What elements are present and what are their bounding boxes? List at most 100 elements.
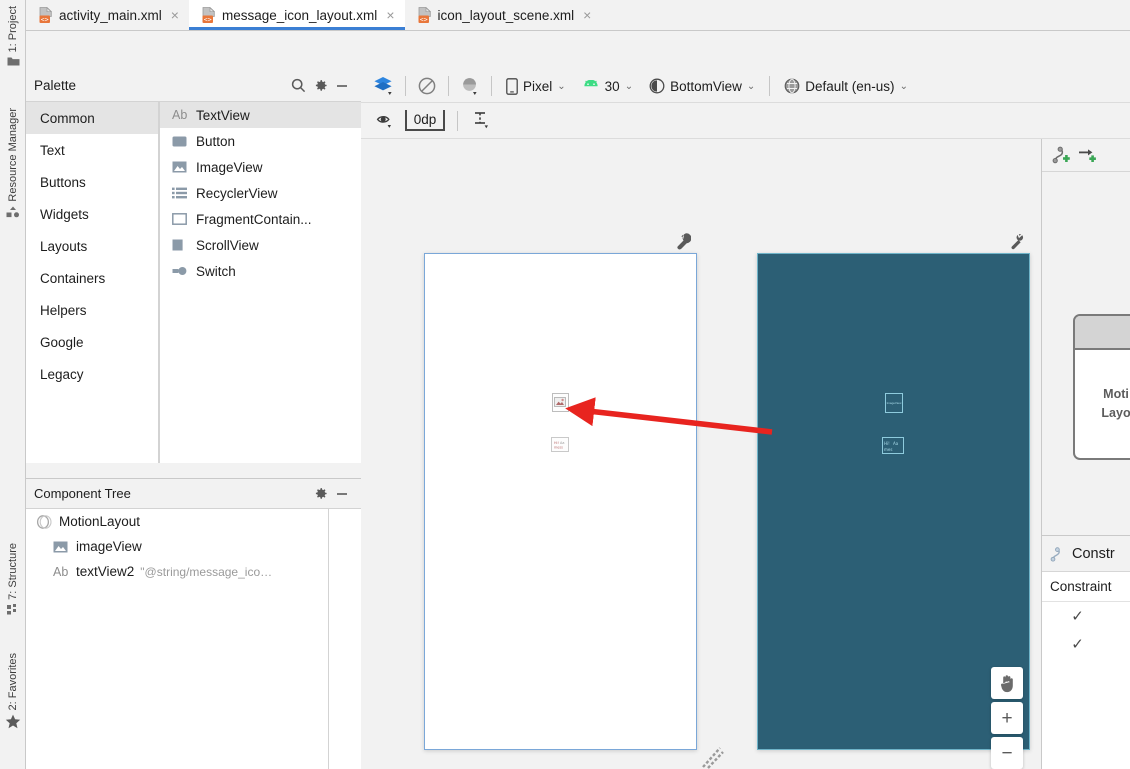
palette-item-switch[interactable]: Switch: [160, 258, 361, 284]
constraints-row[interactable]: ✓: [1042, 630, 1130, 658]
palette-item-recyclerview[interactable]: RecyclerView: [160, 180, 361, 206]
tab-label: icon_layout_scene.xml: [437, 7, 575, 23]
rail-label-resource-manager: Resource Manager: [7, 108, 19, 202]
constraints-table: Constraint ✓ ✓: [1042, 572, 1130, 769]
constraints-row[interactable]: ✓: [1042, 602, 1130, 630]
design-canvas[interactable]: Hi! Aa mess ImageView Hi! Aa mes + −: [361, 139, 1041, 769]
rail-item-structure[interactable]: 7: Structure: [0, 543, 26, 615]
state-card-title-bar: [1075, 316, 1130, 350]
palette-item-button[interactable]: Button: [160, 128, 361, 154]
category-label: Buttons: [40, 174, 86, 190]
search-icon[interactable]: [287, 75, 309, 97]
editor-tab-bar: <> activity_main.xml × <> message_icon_l…: [26, 0, 1130, 31]
rail-label-project: 1: Project: [7, 6, 19, 53]
category-label: Widgets: [40, 206, 89, 222]
palette-category-widgets[interactable]: Widgets: [26, 198, 158, 230]
imageview-icon: [53, 541, 70, 553]
check-icon: ✓: [1071, 636, 1084, 653]
add-constraint-set-icon[interactable]: [1052, 146, 1072, 164]
chevron-down-icon: ⌄: [746, 80, 756, 92]
layers-design-icon[interactable]: [369, 72, 399, 100]
minimize-icon[interactable]: [331, 483, 353, 505]
wrench-icon[interactable]: [1010, 233, 1024, 250]
tab-icon-layout-scene-xml[interactable]: <> icon_layout_scene.xml ×: [405, 0, 602, 30]
rail-item-project[interactable]: 1: Project: [0, 6, 26, 67]
tab-activity-main-xml[interactable]: <> activity_main.xml ×: [26, 0, 189, 30]
palette-category-layouts[interactable]: Layouts: [26, 230, 158, 262]
add-transition-icon[interactable]: [1078, 146, 1098, 164]
palette-item-imageview[interactable]: ImageView: [160, 154, 361, 180]
svg-text:<>: <>: [204, 15, 212, 23]
palette-item-label: RecyclerView: [196, 185, 278, 201]
palette-item-label: ScrollView: [196, 237, 259, 253]
textview2-widget-blueprint[interactable]: Hi! Aa mes: [882, 437, 904, 454]
eye-icon[interactable]: [371, 107, 401, 135]
zoom-in-button[interactable]: +: [991, 702, 1023, 734]
minimize-icon[interactable]: [331, 75, 353, 97]
zoom-out-button[interactable]: −: [991, 737, 1023, 769]
structure-icon: [6, 603, 20, 615]
gear-icon[interactable]: [309, 483, 331, 505]
default-margin-value[interactable]: 0dp: [405, 110, 445, 131]
category-label: Common: [40, 110, 95, 126]
close-icon[interactable]: ×: [583, 8, 591, 22]
rail-item-resource-manager[interactable]: Resource Manager: [0, 108, 26, 218]
component-tree-body: MotionLayout imageView Ab textView2 "@st…: [26, 509, 329, 769]
theme-palette-icon[interactable]: [455, 72, 485, 100]
palette-category-text[interactable]: Text: [26, 134, 158, 166]
tree-row-textview2[interactable]: Ab textView2 "@string/message_ico…: [26, 559, 328, 584]
rail-label-structure: 7: Structure: [7, 543, 19, 600]
rail-item-favorites[interactable]: 2: Favorites: [0, 653, 26, 729]
locale-selector[interactable]: Default (en-us) ⌄: [776, 72, 916, 100]
tab-label: message_icon_layout.xml: [221, 7, 378, 23]
palette-item-textview[interactable]: Ab TextView: [160, 102, 361, 128]
check-icon: ✓: [1071, 608, 1084, 625]
tab-message-icon-layout-xml[interactable]: <> message_icon_layout.xml ×: [188, 0, 405, 30]
recyclerview-icon: [172, 187, 189, 199]
palette-category-google[interactable]: Google: [26, 326, 158, 358]
palette-category-buttons[interactable]: Buttons: [26, 166, 158, 198]
close-icon[interactable]: ×: [386, 8, 394, 22]
device-selector[interactable]: Pixel ⌄: [498, 72, 574, 100]
palette-item-fragmentcontainer[interactable]: FragmentContain...: [160, 206, 361, 232]
toolbar-separator: [448, 76, 449, 96]
phone-icon: [506, 77, 518, 95]
rotate-orientation-icon[interactable]: [412, 72, 442, 100]
imageview-widget-blueprint[interactable]: ImageView: [885, 393, 903, 413]
category-label: Helpers: [40, 302, 87, 318]
palette-category-legacy[interactable]: Legacy: [26, 358, 158, 390]
theme-selector[interactable]: BottomView ⌄: [641, 72, 763, 100]
imageview-widget-design[interactable]: [552, 393, 569, 412]
constraints-header-label: Constr: [1072, 546, 1115, 562]
constraint-icon: [1050, 546, 1067, 562]
wrench-icon[interactable]: [677, 233, 691, 250]
design-preview-device[interactable]: Hi! Aa mess: [424, 253, 697, 750]
component-tree-title: Component Tree: [34, 486, 131, 501]
vertical-align-icon[interactable]: [466, 107, 496, 135]
tree-row-imageview[interactable]: imageView: [26, 534, 328, 559]
xml-file-icon: <>: [38, 7, 53, 23]
gear-icon[interactable]: [309, 75, 331, 97]
rail-label-favorites: 2: Favorites: [7, 653, 19, 711]
theme-circle-icon: [649, 78, 665, 94]
pan-hand-icon[interactable]: [991, 667, 1023, 699]
motion-editor-canvas[interactable]: Moti Layo: [1042, 172, 1130, 536]
close-icon[interactable]: ×: [171, 8, 179, 22]
palette-category-containers[interactable]: Containers: [26, 262, 158, 294]
svg-text:mess: mess: [554, 445, 563, 449]
tab-label: activity_main.xml: [59, 7, 162, 23]
palette-category-common[interactable]: Common: [26, 102, 158, 134]
tree-row-label: textView2: [76, 564, 135, 579]
blueprint-preview-device[interactable]: ImageView Hi! Aa mes: [757, 253, 1030, 750]
resize-grip-icon[interactable]: [701, 745, 727, 769]
category-label: Text: [40, 142, 65, 158]
api-selector[interactable]: 30 ⌄: [574, 72, 641, 100]
constraints-section-header[interactable]: Constr: [1042, 537, 1130, 572]
palette-category-helpers[interactable]: Helpers: [26, 294, 158, 326]
textview2-widget-design[interactable]: Hi! Aa mess: [551, 437, 569, 452]
tree-row-motionlayout[interactable]: MotionLayout: [26, 509, 328, 534]
palette-item-scrollview[interactable]: ScrollView: [160, 232, 361, 258]
svg-text:mes: mes: [884, 447, 892, 452]
motionlayout-state-card[interactable]: Moti Layo: [1073, 314, 1130, 460]
palette-item-label: Switch: [196, 263, 236, 279]
